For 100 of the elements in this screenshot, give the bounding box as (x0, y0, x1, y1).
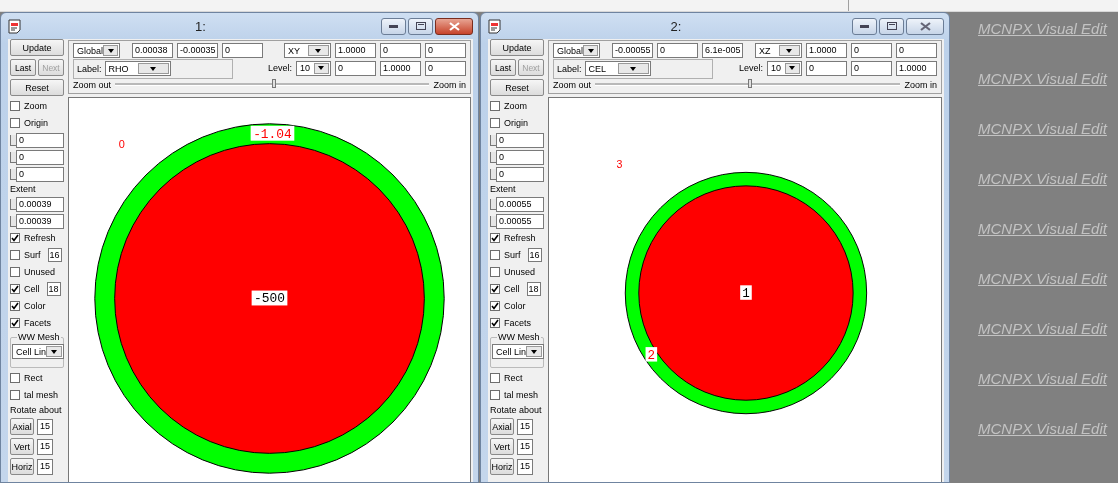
slider-handle[interactable] (490, 151, 496, 163)
checkbox-label[interactable]: Surf (504, 250, 521, 260)
input-field[interactable]: 0.00055 (496, 196, 544, 212)
dropdown[interactable]: RHO (104, 61, 171, 77)
input-field[interactable]: 0 (851, 43, 892, 59)
input-field[interactable]: 0 (806, 60, 847, 76)
checkbox-label[interactable]: Facets (504, 318, 531, 328)
rotate-button[interactable]: Axial (10, 418, 34, 435)
rotate-button[interactable]: Horiz (490, 458, 514, 475)
checkbox[interactable] (10, 301, 20, 311)
sidebar-button[interactable]: Reset (490, 79, 544, 96)
input-field[interactable]: 16 (527, 248, 542, 262)
checkbox[interactable] (10, 101, 20, 111)
input-field[interactable]: 15 (517, 438, 533, 455)
slider-handle[interactable] (490, 168, 496, 180)
close-button[interactable] (435, 17, 473, 35)
checkbox[interactable] (490, 118, 500, 128)
checkbox[interactable] (490, 301, 500, 311)
checkbox-label[interactable]: Color (504, 301, 526, 311)
input-field[interactable]: 1.0000 (806, 43, 847, 59)
input-field[interactable]: 0 (851, 60, 892, 76)
checkbox-label[interactable]: Cell (504, 284, 520, 294)
input-field[interactable]: -0.00035 (177, 43, 218, 59)
input-field[interactable]: 1.0000 (380, 60, 421, 76)
checkbox[interactable] (490, 101, 500, 111)
checkbox[interactable] (10, 267, 20, 277)
slider-handle[interactable] (490, 134, 496, 146)
input-field[interactable]: 0.00038 (132, 43, 173, 59)
checkbox[interactable] (490, 250, 500, 260)
nav-button[interactable]: Last (10, 59, 36, 76)
input-field[interactable]: 15 (37, 438, 53, 455)
dropdown[interactable]: 10 (767, 60, 802, 76)
checkbox[interactable] (10, 233, 20, 243)
input-field[interactable]: 0 (380, 43, 421, 59)
dropdown[interactable]: Cell Lin (492, 344, 544, 359)
checkbox[interactable] (490, 318, 500, 328)
maximize-button[interactable] (408, 17, 433, 35)
input-field[interactable]: 0 (222, 43, 263, 59)
dropdown[interactable]: XZ (755, 43, 802, 59)
input-field[interactable]: 0 (16, 132, 64, 148)
checkbox-label[interactable]: Zoom (504, 101, 527, 111)
input-field[interactable]: 0 (496, 149, 544, 165)
checkbox[interactable] (490, 373, 500, 383)
checkbox[interactable] (10, 390, 20, 400)
input-field[interactable]: 15 (517, 418, 533, 435)
input-field[interactable]: 6.1e-005 (702, 43, 743, 59)
checkbox-label[interactable]: tal mesh (24, 390, 58, 400)
checkbox[interactable] (490, 267, 500, 277)
slider-handle[interactable] (490, 215, 496, 227)
slider-handle[interactable] (10, 215, 16, 227)
checkbox[interactable] (10, 318, 20, 328)
checkbox-label[interactable]: Zoom (24, 101, 47, 111)
checkbox[interactable] (10, 284, 20, 294)
sidebar-button[interactable]: Update (490, 39, 544, 56)
input-field[interactable]: 0 (896, 43, 937, 59)
slider-thumb[interactable] (272, 79, 277, 89)
checkbox-label[interactable]: Unused (504, 267, 536, 277)
input-field[interactable]: 0 (425, 60, 466, 76)
rotate-button[interactable]: Vert (490, 438, 514, 455)
checkbox-label[interactable]: Refresh (24, 233, 56, 243)
input-field[interactable]: 0.00055 (496, 213, 544, 229)
checkbox[interactable] (490, 233, 500, 243)
checkbox-label[interactable]: Rect (24, 373, 43, 383)
input-field[interactable]: 0 (657, 43, 698, 59)
input-field[interactable]: 18 (46, 282, 61, 296)
checkbox[interactable] (490, 284, 500, 294)
input-field[interactable]: -0.00055 (612, 43, 653, 59)
input-field[interactable]: 1.0000 (335, 43, 376, 59)
dropdown[interactable]: 10 (296, 60, 331, 76)
checkbox-label[interactable]: Surf (24, 250, 41, 260)
dropdown[interactable]: XY (284, 43, 331, 59)
checkbox-label[interactable]: Unused (24, 267, 56, 277)
close-button[interactable] (906, 17, 944, 35)
slider-handle[interactable] (10, 168, 16, 180)
slider-handle[interactable] (490, 198, 496, 210)
sidebar-button[interactable]: Reset (10, 79, 64, 96)
input-field[interactable]: 0 (496, 166, 544, 182)
minimize-button[interactable] (381, 17, 406, 35)
input-field[interactable]: 15 (37, 418, 53, 435)
input-field[interactable]: 0 (16, 149, 64, 165)
checkbox[interactable] (490, 390, 500, 400)
checkbox-label[interactable]: Rect (504, 373, 523, 383)
input-field[interactable]: 0 (335, 60, 376, 76)
slider-thumb[interactable] (747, 79, 752, 89)
checkbox-label[interactable]: Cell (24, 284, 40, 294)
input-field[interactable]: 18 (526, 282, 541, 296)
slider-handle[interactable] (10, 134, 16, 146)
input-field[interactable]: 0.00039 (16, 196, 64, 212)
dropdown[interactable]: Global (553, 43, 600, 59)
slider-handle[interactable] (10, 151, 16, 163)
input-field[interactable]: 1.0000 (896, 60, 937, 76)
input-field[interactable]: 15 (37, 458, 53, 475)
nav-button[interactable]: Last (490, 59, 516, 76)
checkbox-label[interactable]: Origin (504, 118, 528, 128)
dropdown[interactable]: Global (73, 43, 120, 59)
checkbox[interactable] (10, 373, 20, 383)
rotate-button[interactable]: Axial (490, 418, 514, 435)
input-field[interactable]: 0 (16, 166, 64, 182)
minimize-button[interactable] (852, 17, 877, 35)
rotate-button[interactable]: Horiz (10, 458, 34, 475)
